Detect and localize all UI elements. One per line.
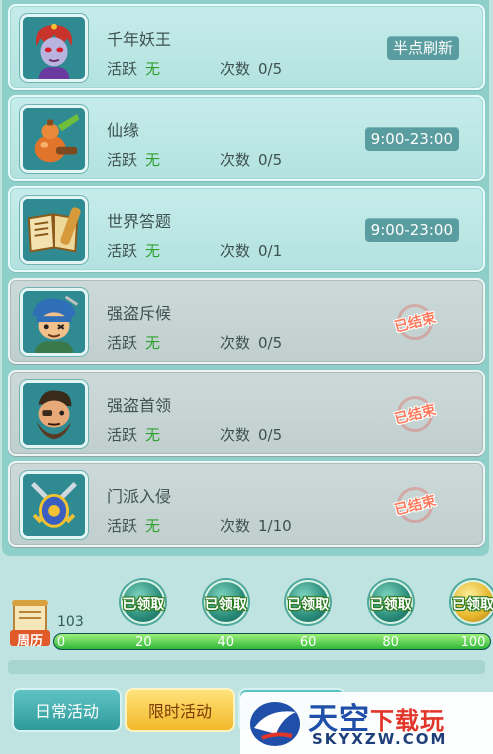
reward-chest-100[interactable]: 已领取 bbox=[445, 576, 493, 632]
reward-chest-80[interactable]: 已领取 bbox=[363, 576, 419, 632]
activity-value: 无 bbox=[145, 151, 161, 169]
calendar-label: 周历 bbox=[16, 634, 43, 649]
site-watermark: 天空下载玩 SKYXZW.COM bbox=[240, 692, 493, 754]
tab-limited-activities[interactable]: 限时活动 bbox=[125, 688, 235, 732]
activity-label: 活跃无 bbox=[107, 426, 161, 444]
count-value: 0/1 bbox=[258, 242, 283, 260]
reward-chest-60[interactable]: 已领取 bbox=[280, 576, 336, 632]
bandit-chief-portrait-icon bbox=[20, 380, 88, 448]
event-card-xianyuan[interactable]: 仙缘 活跃无 次数 0/5 9:00-23:00 bbox=[8, 95, 485, 181]
count-label: 次数 1/10 bbox=[220, 517, 292, 535]
progress-divider bbox=[8, 660, 485, 674]
reward-claimed-label: 已领取 bbox=[190, 594, 262, 614]
count-label: 次数 0/1 bbox=[220, 242, 283, 260]
activity-points-value: 103 bbox=[57, 614, 84, 630]
reward-claimed-label: 已领取 bbox=[355, 594, 427, 614]
weekly-calendar-button[interactable]: 周历 bbox=[10, 598, 50, 649]
activity-value: 无 bbox=[145, 517, 161, 535]
event-card-world-quiz[interactable]: 世界答题 活跃无 次数 0/1 9:00-23:00 bbox=[8, 186, 485, 272]
book-scroll-portrait-icon bbox=[20, 196, 88, 264]
ended-stamp: 已结束 bbox=[385, 485, 445, 525]
count-label: 次数 0/5 bbox=[220, 334, 283, 352]
refresh-time-badge: 半点刷新 bbox=[386, 36, 459, 60]
reward-claimed-label: 已领取 bbox=[272, 594, 344, 614]
gourd-portrait-icon bbox=[20, 105, 88, 173]
event-card-sect-invasion[interactable]: 门派入侵 活跃无 次数 1/10 已结束 bbox=[8, 461, 485, 547]
progress-tick-label: 100 bbox=[460, 635, 486, 650]
watermark-url: SKYXZW.COM bbox=[312, 730, 448, 748]
count-label: 次数 0/5 bbox=[220, 151, 283, 169]
count-value: 0/5 bbox=[258, 151, 283, 169]
progress-tick-label: 60 bbox=[299, 635, 317, 650]
activity-label: 活跃无 bbox=[107, 242, 161, 260]
activity-value: 无 bbox=[145, 242, 161, 260]
count-value: 0/5 bbox=[258, 60, 283, 78]
count-value: 0/5 bbox=[258, 426, 283, 444]
activity-value: 无 bbox=[145, 60, 161, 78]
event-name: 世界答题 bbox=[107, 212, 172, 231]
open-time-badge: 9:00-23:00 bbox=[364, 218, 459, 242]
open-time-badge: 9:00-23:00 bbox=[364, 127, 459, 151]
activity-label: 活跃无 bbox=[107, 334, 161, 352]
event-list-panel: 千年妖王 活跃无 次数 0/5 半点刷新 仙缘 活跃无 次数 0/5 9:00-23… bbox=[2, 0, 489, 556]
count-value: 0/5 bbox=[258, 334, 283, 352]
event-name: 强盗首领 bbox=[107, 396, 172, 415]
progress-tick-label: 20 bbox=[135, 635, 152, 650]
progress-tick-label: 80 bbox=[382, 635, 399, 650]
activity-progress-area: 周历 103 0 20 40 60 80 100 已领取 已领取 已领取 已领取 已领取 bbox=[0, 556, 493, 680]
demon-king-portrait-icon bbox=[20, 14, 88, 82]
reward-claimed-label: 已领取 bbox=[437, 594, 493, 614]
count-label: 次数 0/5 bbox=[220, 60, 283, 78]
progress-tick-label: 0 bbox=[56, 635, 66, 650]
event-name: 门派入侵 bbox=[107, 487, 172, 506]
activity-label: 活跃无 bbox=[107, 60, 161, 78]
count-label: 次数 0/5 bbox=[220, 426, 283, 444]
activity-progress-bar bbox=[53, 633, 491, 650]
crossed-swords-portrait-icon bbox=[20, 471, 88, 539]
ended-stamp: 已结束 bbox=[385, 302, 445, 342]
event-name: 千年妖王 bbox=[107, 30, 172, 49]
tab-daily-activities[interactable]: 日常活动 bbox=[12, 688, 122, 732]
activity-label: 活跃无 bbox=[107, 517, 161, 535]
count-value: 1/10 bbox=[258, 517, 292, 535]
activity-value: 无 bbox=[145, 334, 161, 352]
event-card-bandit-chief[interactable]: 强盗首领 活跃无 次数 0/5 已结束 bbox=[8, 370, 485, 456]
event-card-demon-king[interactable]: 千年妖王 活跃无 次数 0/5 半点刷新 bbox=[8, 4, 485, 90]
event-name: 强盗斥候 bbox=[107, 304, 172, 323]
progress-tick-label: 40 bbox=[217, 635, 235, 650]
reward-chest-40[interactable]: 已领取 bbox=[198, 576, 254, 632]
bandit-scout-portrait-icon bbox=[20, 288, 88, 356]
event-card-bandit-scout[interactable]: 强盗斥候 活跃无 次数 0/5 已结束 bbox=[8, 278, 485, 364]
activity-label: 活跃无 bbox=[107, 151, 161, 169]
reward-claimed-label: 已领取 bbox=[107, 594, 179, 614]
event-name: 仙缘 bbox=[107, 121, 140, 140]
watermark-logo-icon bbox=[250, 702, 300, 746]
activity-progress-fill bbox=[54, 634, 490, 649]
activity-value: 无 bbox=[145, 426, 161, 444]
ended-stamp: 已结束 bbox=[385, 394, 445, 434]
reward-chest-20[interactable]: 已领取 bbox=[115, 576, 171, 632]
